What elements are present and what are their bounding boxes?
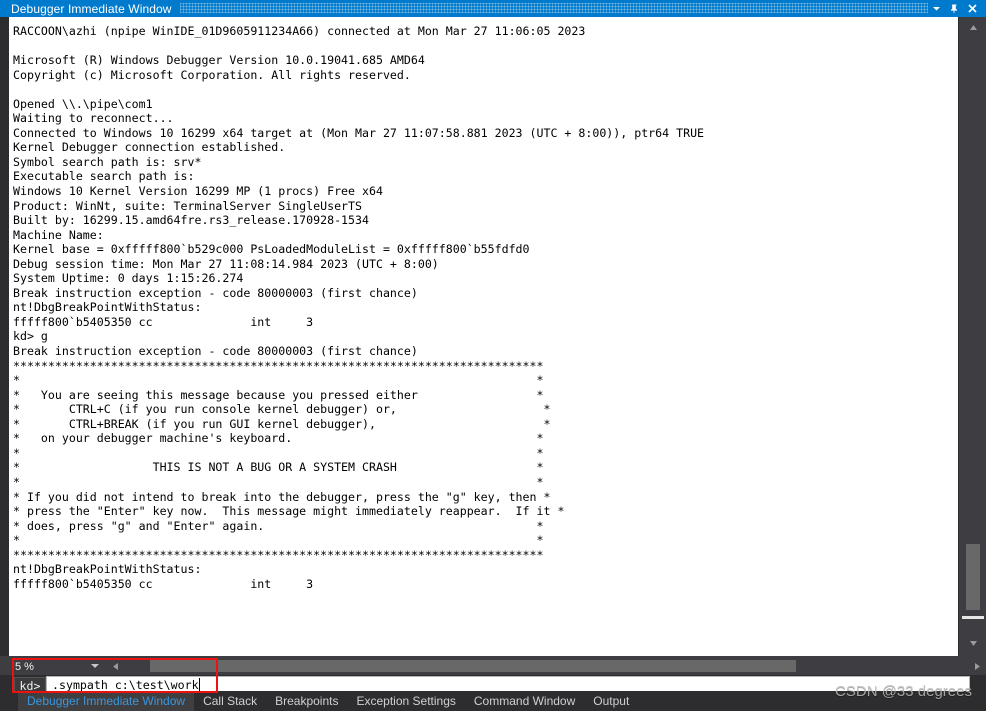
console-line: nt!DbgBreakPointWithStatus: — [13, 562, 202, 577]
chevron-down-icon — [91, 664, 99, 668]
console-line: * press the "Enter" key now. This messag… — [13, 504, 565, 519]
console-line: Connected to Windows 10 16299 x64 target… — [13, 125, 705, 140]
console-line: * You are seeing this message because yo… — [13, 387, 544, 402]
console-line: Kernel Debugger connection established. — [13, 140, 286, 155]
titlebar-drag-handle[interactable] — [179, 0, 928, 17]
console-line: * * — [13, 445, 544, 460]
scroll-down-arrow-icon[interactable] — [965, 635, 981, 652]
console-line: Windows 10 Kernel Version 16299 MP (1 pr… — [13, 184, 383, 199]
tab-command-window[interactable]: Command Window — [465, 691, 584, 711]
console-line: Executable search path is: — [13, 169, 195, 184]
window-title: Debugger Immediate Window — [11, 1, 172, 16]
console-line: * * — [13, 474, 544, 489]
watermark-text: CSDN @33 degrees — [835, 683, 972, 700]
titlebar-buttons — [928, 0, 986, 17]
pin-icon[interactable] — [946, 0, 963, 17]
command-input-value: .sympath c:\test\work — [52, 678, 199, 692]
console-line: * CTRL+C (if you run console kernel debu… — [13, 402, 551, 417]
zoom-level-dropdown[interactable]: 5 % — [11, 658, 107, 675]
horizontal-scrollbar-thumb[interactable] — [150, 660, 796, 672]
console-gutter — [0, 17, 9, 656]
console-area: RACCOON\azhi (npipe WinIDE_01D9605911234… — [0, 17, 986, 656]
chevron-down-icon[interactable] — [928, 0, 945, 17]
horizontal-scrollbar-row: 5 % — [0, 656, 986, 676]
console-line: Debug session time: Mon Mar 27 11:08:14.… — [13, 256, 439, 271]
console-line: ****************************************… — [13, 358, 544, 373]
console-line: Copyright (c) Microsoft Corporation. All… — [13, 67, 411, 82]
tab-breakpoints[interactable]: Breakpoints — [266, 691, 347, 711]
console-line: Waiting to reconnect... — [13, 111, 174, 126]
scroll-position-marker — [962, 616, 984, 619]
console-output[interactable]: RACCOON\azhi (npipe WinIDE_01D9605911234… — [9, 17, 958, 656]
scroll-left-arrow-icon[interactable] — [107, 658, 124, 675]
tab-call-stack[interactable]: Call Stack — [194, 691, 266, 711]
console-line: kd> g — [13, 329, 48, 344]
console-line: * on your debugger machine's keyboard. * — [13, 431, 544, 446]
vertical-scrollbar-thumb[interactable] — [966, 544, 980, 610]
console-line: * does, press "g" and "Enter" again. * — [13, 518, 544, 533]
zoom-level-value: 5 % — [15, 660, 34, 673]
console-line: Built by: 16299.15.amd64fre.rs3_release.… — [13, 213, 369, 228]
console-line: Machine Name: — [13, 227, 104, 242]
console-line: nt!DbgBreakPointWithStatus: — [13, 300, 202, 315]
console-line: fffff800`b5405350 cc int 3 — [13, 314, 314, 329]
tab-debugger-immediate-window[interactable]: Debugger Immediate Window — [18, 691, 195, 711]
console-line: Symbol search path is: srv* — [13, 154, 202, 169]
console-line: Break instruction exception - code 80000… — [13, 344, 418, 359]
console-line: * THIS IS NOT A BUG OR A SYSTEM CRASH * — [13, 460, 544, 475]
scroll-right-arrow-icon[interactable] — [969, 658, 986, 675]
tab-output[interactable]: Output — [584, 691, 638, 711]
console-line: Break instruction exception - code 80000… — [13, 285, 418, 300]
console-line: Opened \\.\pipe\com1 — [13, 96, 153, 111]
console-line: System Uptime: 0 days 1:15:26.274 — [13, 271, 244, 286]
console-line: RACCOON\azhi (npipe WinIDE_01D9605911234… — [13, 24, 586, 38]
vertical-scrollbar[interactable] — [958, 17, 986, 656]
console-line: Microsoft (R) Windows Debugger Version 1… — [13, 53, 425, 68]
console-line: Kernel base = 0xfffff800`b529c000 PsLoad… — [13, 242, 530, 257]
console-line: * CTRL+BREAK (if you run GUI kernel debu… — [13, 416, 551, 431]
window-titlebar: Debugger Immediate Window — [0, 0, 986, 17]
text-caret — [198, 678, 200, 691]
console-line: ****************************************… — [13, 547, 544, 562]
close-icon[interactable] — [964, 0, 981, 17]
scroll-up-arrow-icon[interactable] — [965, 19, 981, 36]
console-line: fffff800`b5405350 cc int 3 — [13, 576, 314, 591]
console-line: * * — [13, 533, 544, 548]
console-line: Product: WinNt, suite: TerminalServer Si… — [13, 198, 363, 213]
console-line: * * — [13, 373, 544, 388]
console-line: * If you did not intend to break into th… — [13, 489, 551, 504]
horizontal-scrollbar-track[interactable] — [124, 658, 969, 675]
tab-exception-settings[interactable]: Exception Settings — [347, 691, 464, 711]
debugger-immediate-window: Debugger Immediate Window RACCOON\azhi (… — [0, 0, 986, 711]
